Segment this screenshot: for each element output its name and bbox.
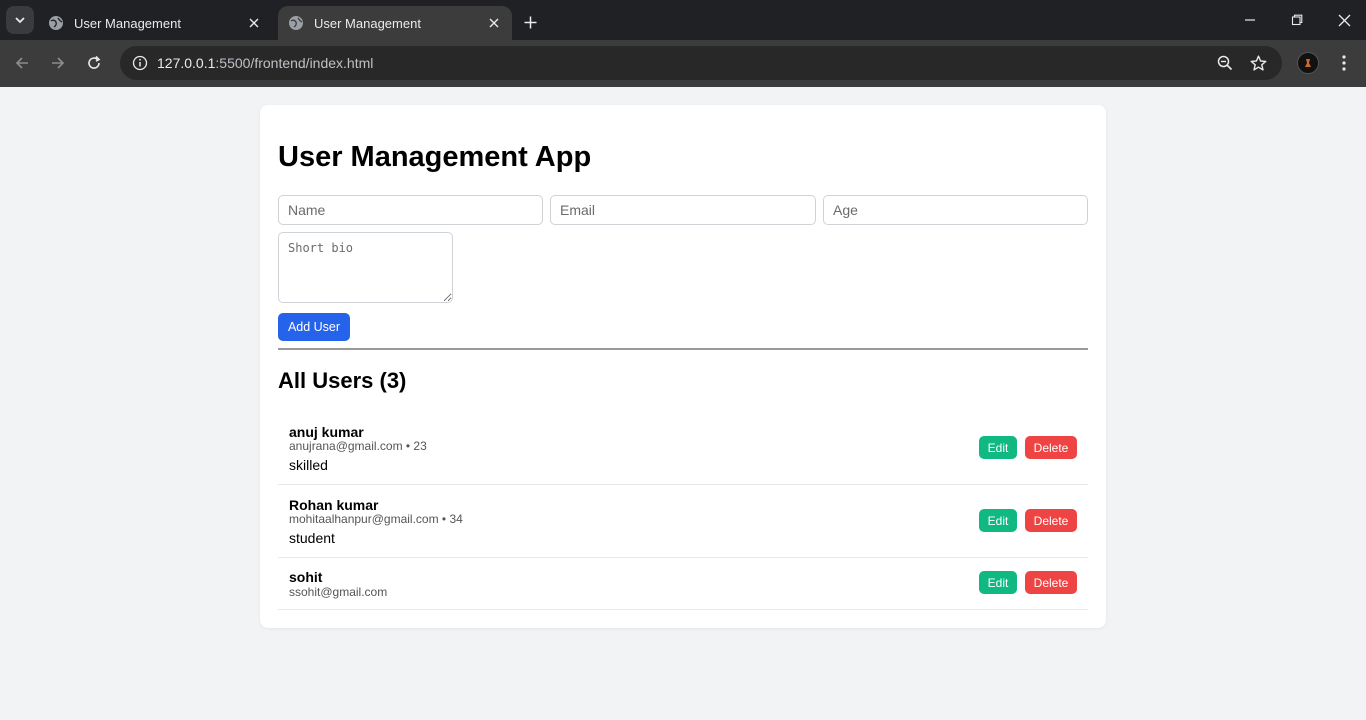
window-close-button[interactable] <box>1332 8 1356 32</box>
minimize-button[interactable] <box>1238 8 1262 32</box>
close-icon <box>1338 14 1350 26</box>
zoom-button[interactable] <box>1213 51 1237 75</box>
delete-user-button[interactable]: Delete <box>1025 509 1077 532</box>
browser-tab-1[interactable]: User Management <box>38 6 272 40</box>
restore-button[interactable] <box>1285 8 1309 32</box>
chevron-down-icon <box>15 17 25 24</box>
globe-icon <box>289 16 303 30</box>
user-list-item: sohit ssohit@gmail.com Edit Delete <box>278 558 1088 610</box>
arrow-right-icon <box>52 57 65 69</box>
delete-user-button[interactable]: Delete <box>1025 436 1077 459</box>
minimize-icon <box>1245 19 1255 21</box>
forward-button[interactable] <box>46 51 70 75</box>
bio-textarea[interactable] <box>278 232 453 303</box>
tab-title: User Management <box>74 15 181 31</box>
reload-button[interactable] <box>82 51 106 75</box>
user-bio: skilled <box>289 457 328 473</box>
url-text: 127.0.0.1:5500/frontend/index.html <box>157 55 373 71</box>
divider <box>278 348 1088 350</box>
tab-close-button[interactable] <box>486 15 502 31</box>
user-name: sohit <box>289 569 323 585</box>
close-icon <box>489 18 499 28</box>
tab-close-button[interactable] <box>246 15 262 31</box>
url-host: 127.0.0.1 <box>157 55 216 71</box>
user-email-age: anujrana@gmail.com • 23 <box>289 439 427 453</box>
page-title: User Management App <box>278 141 592 173</box>
user-list-item: Rohan kumar mohitaalhanpur@gmail.com • 3… <box>278 485 1088 558</box>
address-bar[interactable]: 127.0.0.1:5500/frontend/index.html <box>120 46 1282 80</box>
avatar <box>1305 59 1311 67</box>
user-name: anuj kumar <box>289 424 364 440</box>
more-vertical-icon <box>1342 55 1346 71</box>
name-input[interactable] <box>278 195 543 225</box>
user-name: Rohan kumar <box>289 497 379 513</box>
browser-tab-bar: User Management User Management <box>0 0 1366 40</box>
user-email-age: mohitaalhanpur@gmail.com • 34 <box>289 512 463 526</box>
user-bio: student <box>289 530 335 546</box>
reload-icon <box>88 55 101 69</box>
edit-user-button[interactable]: Edit <box>979 571 1017 594</box>
info-icon <box>132 55 148 71</box>
url-path: :5500/frontend/index.html <box>215 55 374 71</box>
tab-search-button[interactable] <box>6 6 34 34</box>
globe-icon <box>49 16 63 30</box>
app-card: User Management App Add User All Users (… <box>260 105 1106 628</box>
arrow-left-icon <box>15 57 28 69</box>
browser-toolbar: 127.0.0.1:5500/frontend/index.html <box>0 40 1366 87</box>
bookmark-button[interactable] <box>1246 51 1270 75</box>
site-info-button[interactable] <box>128 51 152 75</box>
age-input[interactable] <box>823 195 1088 225</box>
email-input[interactable] <box>550 195 816 225</box>
users-list-title: All Users (3) <box>278 368 407 393</box>
browser-tab-2[interactable]: User Management <box>278 6 512 40</box>
profile-avatar-button[interactable] <box>1297 52 1319 74</box>
user-list-item: anuj kumar anujrana@gmail.com • 23 skill… <box>278 411 1088 485</box>
edit-user-button[interactable]: Edit <box>979 436 1017 459</box>
tab-title: User Management <box>314 15 421 31</box>
zoom-out-icon <box>1217 55 1233 71</box>
edit-user-button[interactable]: Edit <box>979 509 1017 532</box>
star-icon <box>1250 55 1266 71</box>
restore-icon <box>1291 14 1303 26</box>
new-tab-button[interactable] <box>518 10 542 34</box>
add-user-button[interactable]: Add User <box>278 313 350 341</box>
delete-user-button[interactable]: Delete <box>1025 571 1077 594</box>
plus-icon <box>524 16 536 28</box>
user-email-age: ssohit@gmail.com <box>289 585 388 599</box>
close-icon <box>249 18 259 28</box>
browser-menu-button[interactable] <box>1332 51 1356 75</box>
back-button[interactable] <box>10 51 34 75</box>
